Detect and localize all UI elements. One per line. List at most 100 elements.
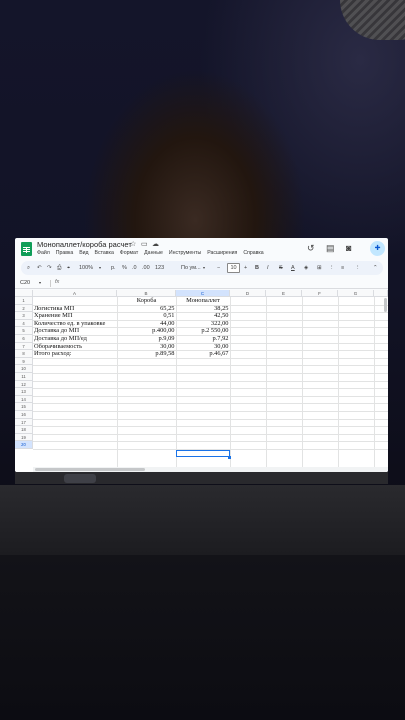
row-header-17[interactable]: 17 [15,418,33,427]
menu-tools[interactable]: Инструменты [169,250,201,256]
increase-decimal-button[interactable]: .00 [142,264,150,272]
selected-cell-c20[interactable] [176,449,230,458]
name-box[interactable]: C20 [20,280,30,286]
row-header-16[interactable]: 16 [15,411,33,419]
menu-insert[interactable]: Вставка [95,250,114,256]
cell-c1[interactable]: Монопаллет [176,297,230,305]
row-header-18[interactable]: 18 [15,426,33,434]
more-options-icon[interactable]: ⋮ [355,264,361,272]
cell-c3[interactable]: 42,50 [176,312,230,320]
row-header-4[interactable]: 4 [15,319,33,328]
cell-c5[interactable]: р.2 550,00 [176,327,230,335]
row-header-13[interactable]: 13 [15,388,33,396]
history-icon[interactable]: ↺ [307,242,315,254]
comment-icon[interactable]: ▤ [326,242,335,254]
cell-c7[interactable]: 30,00 [176,343,230,351]
align-icon[interactable]: ≡ [341,264,344,272]
cell-c6[interactable]: р.7,92 [176,335,230,343]
menu-extensions[interactable]: Расширения [207,250,237,256]
cell-b8[interactable]: р.89,58 [117,350,176,358]
bold-button[interactable]: B [255,264,259,272]
folder-icon[interactable]: ▭ [141,240,148,249]
column-header-d[interactable]: D [230,290,266,297]
row-header-12[interactable]: 12 [15,380,33,389]
cell-a5[interactable]: Доставка до МП [34,327,117,335]
column-header-a[interactable]: A [33,290,117,297]
column-header-g[interactable]: G [338,290,374,297]
cell-a6[interactable]: Доставка до МП/ед [34,335,117,343]
menu-file[interactable]: Файл [37,250,50,256]
vertical-scrollbar-thumb[interactable] [384,298,387,312]
number-format-button[interactable]: 123 [155,264,164,272]
row-header-14[interactable]: 14 [15,395,33,404]
cell-b6[interactable]: р.9,09 [117,335,176,343]
row-header-8[interactable]: 8 [15,350,33,358]
cell-b1[interactable]: Короба [117,297,176,305]
menu-view[interactable]: Вид [79,250,88,256]
cell-b3[interactable]: 0,51 [117,312,176,320]
sheets-logo-icon[interactable] [21,242,32,256]
cell-a7[interactable]: Оборачиваемость [34,343,117,351]
font-chevron-down-icon[interactable]: ▾ [203,264,205,272]
row-header-10[interactable]: 10 [15,365,33,373]
font-size-decrease-icon[interactable]: − [217,264,220,272]
video-icon[interactable]: ◙ [346,242,351,254]
zoom-select[interactable]: 100% [79,264,93,272]
document-title[interactable]: Монопаллет/короба расчет [37,240,132,249]
menu-data[interactable]: Данные [144,250,163,256]
column-header-b[interactable]: B [117,290,176,297]
decrease-decimal-button[interactable]: .0 [132,264,137,272]
print-icon[interactable]: ⎙ [57,264,61,272]
row-header-5[interactable]: 5 [15,327,33,335]
cell-b5[interactable]: р.400,00 [117,327,176,335]
font-size-input[interactable]: 10 [227,263,240,273]
row-header-20[interactable]: 20 [15,441,33,449]
spreadsheet-grid[interactable]: A B C D E F G 1 2 3 4 5 6 7 8 9 10 11 12 13 14 15 16 17 1… [15,290,388,472]
cell-a8[interactable]: Итого расход: [34,350,117,358]
select-all-corner[interactable] [15,290,33,297]
percent-format-button[interactable]: % [122,264,127,272]
cell-c8[interactable]: р.46,67 [176,350,230,358]
menu-format[interactable]: Формат [120,250,138,256]
namebox-chevron-down-icon[interactable]: ▾ [39,279,41,287]
column-header-f[interactable]: F [302,290,338,297]
currency-format-button[interactable]: р. [111,264,116,272]
strikethrough-button[interactable]: S [279,264,283,272]
cell-a3[interactable]: Хранение МП [34,312,117,320]
star-icon[interactable]: ☆ [130,240,136,249]
row-header-9[interactable]: 9 [15,357,33,366]
sheet-tab[interactable] [64,474,96,483]
row-header-15[interactable]: 15 [15,403,33,411]
cell-a2[interactable]: Логистика МП [34,305,117,313]
italic-button[interactable]: I [267,264,269,272]
cell-a4[interactable]: Количество ед. в упаковке [34,320,117,328]
cell-b4[interactable]: 44,00 [117,320,176,328]
cell-c4[interactable]: 322,00 [176,320,230,328]
borders-icon[interactable]: ⊞ [317,264,322,272]
menu-edit[interactable]: Правка [56,250,74,256]
share-icon[interactable]: ✚ [370,241,385,256]
row-header-2[interactable]: 2 [15,304,33,313]
paint-format-icon[interactable]: ⌖ [67,264,70,272]
redo-icon[interactable]: ↷ [47,264,52,272]
row-header-19[interactable]: 19 [15,433,33,442]
cell-b2[interactable]: 65,25 [117,305,176,313]
fill-color-icon[interactable]: ◈ [304,264,308,272]
search-icon[interactable]: ⌕ [27,264,30,272]
fill-handle[interactable] [228,455,231,459]
cell-c2[interactable]: 38,25 [176,305,230,313]
merge-cells-icon[interactable]: ⋮ [329,264,335,272]
text-color-button[interactable]: A [291,264,295,272]
horizontal-scrollbar-thumb[interactable] [35,468,145,471]
menu-help[interactable]: Справка [243,250,263,256]
row-header-3[interactable]: 3 [15,312,33,320]
cell-b7[interactable]: 30,00 [117,343,176,351]
cloud-icon[interactable]: ☁ [152,240,159,249]
column-header-e[interactable]: E [266,290,302,297]
column-header-c[interactable]: C [176,290,230,297]
font-select[interactable]: По ум... [181,264,201,272]
row-header-7[interactable]: 7 [15,342,33,351]
font-size-increase-icon[interactable]: + [244,264,247,272]
zoom-chevron-down-icon[interactable]: ▾ [99,264,101,272]
chevron-up-icon[interactable]: ⌃ [373,264,378,272]
